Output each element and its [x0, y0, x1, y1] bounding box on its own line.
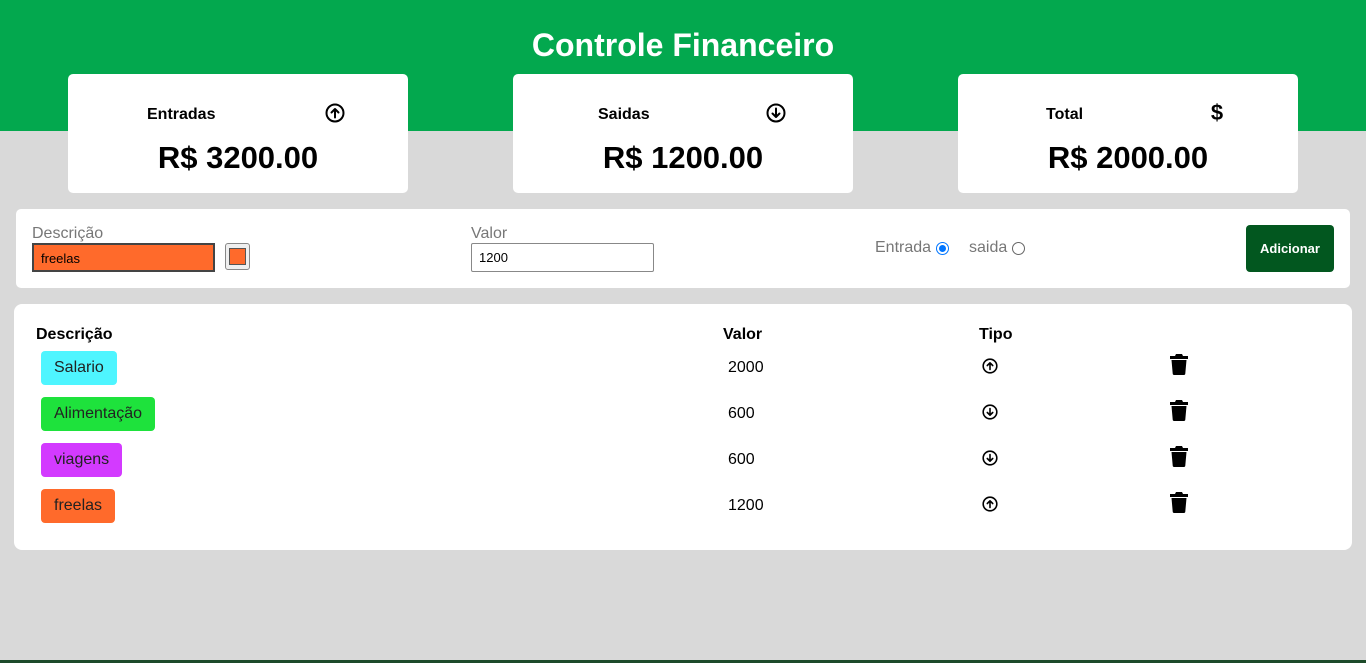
page-title: Controle Financeiro — [531, 27, 835, 63]
radio-entrada-label: Entrada — [875, 239, 932, 256]
table-row: viagens 600 — [14, 443, 1352, 477]
color-swatch — [229, 248, 246, 265]
card-saidas-value: R$ 1200.00 — [602, 140, 764, 175]
card-entradas-value: R$ 3200.00 — [157, 140, 319, 175]
row-description: viagens — [41, 443, 123, 477]
arrow-circle-down-icon — [766, 103, 786, 123]
transaction-form: Descrição freelas Valor 1200 Entrada sai… — [16, 209, 1350, 288]
description-input[interactable]: freelas — [32, 243, 215, 272]
arrow-circle-down-icon — [982, 450, 998, 466]
row-value: 600 — [728, 405, 755, 422]
row-value: 2000 — [728, 359, 764, 376]
card-total-label: Total — [1046, 106, 1084, 123]
row-description: Alimentação — [41, 397, 156, 431]
trash-icon[interactable] — [1169, 491, 1189, 513]
row-value: 1200 — [728, 497, 764, 514]
trash-icon[interactable] — [1169, 399, 1189, 421]
card-entradas: Entradas R$ 3200.00 — [68, 74, 408, 193]
transactions-table: Descrição Valor Tipo Salario 2000 Alimen… — [14, 304, 1352, 550]
column-header-description: Descrição — [36, 326, 113, 343]
card-saidas: Saidas R$ 1200.00 — [513, 74, 853, 193]
value-label: Valor — [471, 225, 508, 242]
card-total-value: R$ 2000.00 — [1047, 140, 1209, 175]
trash-icon[interactable] — [1169, 353, 1189, 375]
trash-icon[interactable] — [1169, 445, 1189, 467]
table-row: Salario 2000 — [14, 351, 1352, 385]
row-value: 600 — [728, 451, 755, 468]
description-label: Descrição — [32, 225, 104, 242]
arrow-circle-up-icon — [982, 358, 998, 374]
card-total: Total $ R$ 2000.00 — [958, 74, 1298, 193]
column-header-value: Valor — [723, 326, 763, 343]
arrow-circle-up-icon — [325, 103, 345, 123]
radio-saida-label: saida — [969, 239, 1008, 256]
arrow-circle-down-icon — [982, 404, 998, 420]
arrow-circle-up-icon — [982, 496, 998, 512]
radio-saida[interactable] — [1012, 242, 1025, 255]
table-row: freelas 1200 — [14, 489, 1352, 523]
table-row: Alimentação 600 — [14, 397, 1352, 431]
radio-entrada[interactable] — [936, 242, 949, 255]
card-entradas-label: Entradas — [147, 106, 216, 123]
dollar-icon: $ — [1210, 100, 1224, 125]
add-button[interactable]: Adicionar — [1246, 225, 1334, 272]
row-description: Salario — [41, 351, 117, 385]
row-description: freelas — [41, 489, 116, 523]
column-header-type: Tipo — [979, 326, 1013, 343]
color-picker[interactable] — [225, 243, 250, 270]
card-saidas-label: Saidas — [598, 106, 650, 123]
value-input[interactable]: 1200 — [471, 243, 654, 272]
